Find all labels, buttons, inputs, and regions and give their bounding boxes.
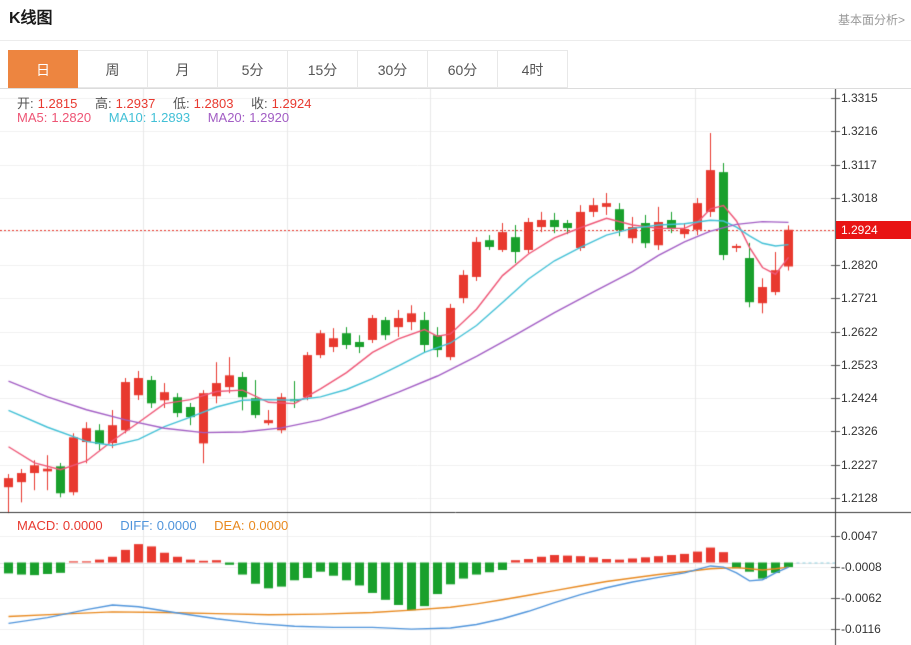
open-label: 开:: [17, 96, 34, 111]
tab-min60[interactable]: 60分: [428, 50, 498, 88]
tab-min5[interactable]: 5分: [218, 50, 288, 88]
y-axis-label: 1.2227: [841, 457, 878, 473]
macd-label: MACD:: [17, 518, 59, 533]
y-axis-label: 1.2523: [841, 357, 878, 373]
page-title: K线图: [0, 0, 911, 29]
y-axis-label: 1.3018: [841, 190, 878, 206]
ma5-value: 1.2820: [51, 110, 91, 125]
tab-min30[interactable]: 30分: [358, 50, 428, 88]
y-axis-label: 1.3315: [841, 90, 878, 106]
close-value: 1.2924: [272, 96, 312, 111]
current-price-marker: 1.2924: [836, 221, 911, 239]
ma-legend: MA5: 1.2820 MA10:1.2893 MA20:1.2920: [17, 110, 303, 125]
macd-value: 0.0000: [63, 518, 103, 533]
diff-value: 0.0000: [157, 518, 197, 533]
ma5-label: MA5:: [17, 110, 47, 125]
y-axis-label: -0.0008: [841, 559, 882, 575]
y-axis-label: 1.2326: [841, 423, 878, 439]
y-axis-label: -0.0062: [841, 590, 882, 606]
y-axis-label: 1.2424: [841, 390, 878, 406]
dea-label: DEA:: [214, 518, 244, 533]
diff-label: DIFF:: [120, 518, 153, 533]
macd-legend: MACD: 0.0000 DIFF: 0.0000 DEA: 0.0000: [17, 518, 302, 533]
y-axis-label: -0.0116: [841, 621, 881, 637]
y-axis-label: 1.2820: [841, 257, 878, 273]
close-label: 收:: [251, 96, 268, 111]
ma10-label: MA10:: [109, 110, 147, 125]
tab-week[interactable]: 周: [78, 50, 148, 88]
low-value: 1.2803: [194, 96, 234, 111]
high-label: 高:: [95, 96, 112, 111]
ma10-value: 1.2893: [150, 110, 190, 125]
y-axis-label: 1.3117: [841, 157, 877, 173]
dea-value: 0.0000: [249, 518, 289, 533]
timeframe-tabbar: 日周月5分15分30分60分4时: [0, 50, 911, 89]
tab-hour4[interactable]: 4时: [498, 50, 568, 88]
tab-month[interactable]: 月: [148, 50, 218, 88]
y-axis-label: 1.2128: [841, 490, 878, 506]
kline-macd-canvas[interactable]: [0, 89, 911, 645]
y-axis-label: 0.0047: [841, 528, 878, 544]
y-axis-label: 1.2721: [841, 290, 878, 306]
kline-page: K线图 基本面分析> 日周月5分15分30分60分4时 开: 1.2815 高: 1…: [0, 0, 911, 645]
y-axis-label: 1.3216: [841, 123, 878, 139]
y-axis-label: 1.2622: [841, 324, 878, 340]
kline-chart-area: 开: 1.2815 高: 1.2937 低: 1.2803 收: 1.2924 MA5:…: [0, 89, 911, 645]
open-value: 1.2815: [38, 96, 78, 111]
tab-day[interactable]: 日: [8, 50, 78, 88]
ma20-value: 1.2920: [249, 110, 289, 125]
ma20-label: MA20:: [208, 110, 246, 125]
header: K线图 基本面分析>: [0, 0, 911, 41]
high-value: 1.2937: [116, 96, 156, 111]
tab-min15[interactable]: 15分: [288, 50, 358, 88]
fundamental-analysis-link[interactable]: 基本面分析>: [838, 11, 905, 28]
low-label: 低:: [173, 96, 190, 111]
